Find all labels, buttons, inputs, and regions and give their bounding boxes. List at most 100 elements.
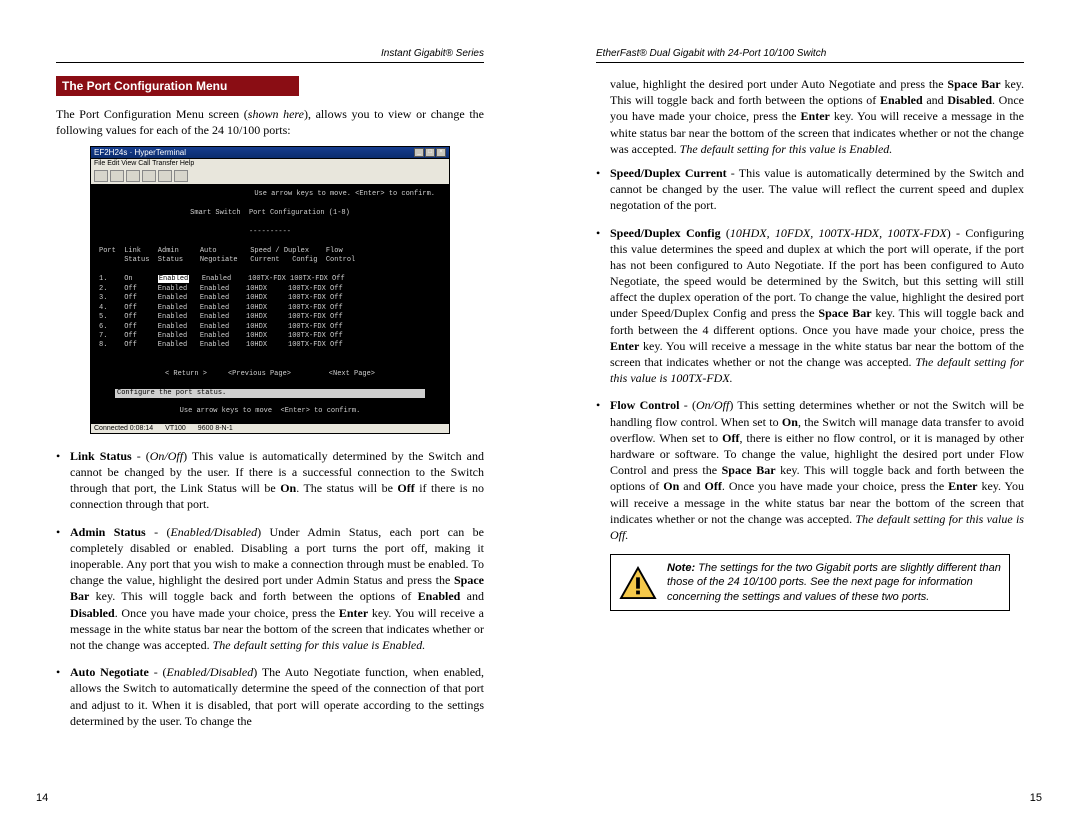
minimize-icon: _ <box>414 148 424 157</box>
bold-word: Enter <box>339 606 368 620</box>
header-rule-right <box>596 62 1024 63</box>
toolbar-btn <box>94 170 108 182</box>
bullet-opts: Enabled/Disabled <box>167 665 254 679</box>
bullet-opts: Enabled/Disabled <box>170 525 257 539</box>
bullet-opts: On/Off <box>696 398 729 412</box>
right-page: EtherFast® Dual Gigabit with 24-Port 10/… <box>540 0 1080 74</box>
terminal-hint-top: Use arrow keys to move. <Enter> to confi… <box>99 190 441 199</box>
toolbar-btn <box>110 170 124 182</box>
bullet-text: . Once you have made your choice, press … <box>722 479 948 493</box>
close-icon: × <box>436 148 446 157</box>
note-text: Note: The settings for the two Gigabit p… <box>667 561 1001 604</box>
terminal-toolbar <box>90 168 450 184</box>
note-label: Note: <box>667 562 695 574</box>
terminal-headers: Port Link Admin Auto Speed / Duplex Flow… <box>99 247 355 264</box>
bold-word: On <box>663 479 679 493</box>
terminal-title: EF2H24s · HyperTerminal <box>94 148 186 157</box>
bullet-label: Flow Control <box>610 398 679 412</box>
right-content: value, highlight the desired port under … <box>540 76 1080 611</box>
default-italic: The default setting for this value is En… <box>680 142 893 156</box>
toolbar-btn <box>158 170 172 182</box>
bold-word: Space Bar <box>818 306 871 320</box>
bullet-opts: 10HDX, 10FDX, 100TX-HDX, 100TX-FDX <box>730 226 947 240</box>
bullet-admin-status: Admin Status - (Enabled/Disabled) Under … <box>70 524 484 654</box>
bullet-flow-control: Flow Control - (On/Off) This setting det… <box>610 397 1024 543</box>
header-rule-left <box>56 62 484 63</box>
bullet-label: Auto Negotiate <box>70 665 149 679</box>
table-row: 1. On <box>99 275 158 283</box>
series-header-left: Instant Gigabit® Series <box>381 48 484 59</box>
table-row: 2. Off Enabled Enabled 10HDX 100TX-FDX O… <box>99 285 343 293</box>
text: and <box>923 93 948 107</box>
right-bullets: Speed/Duplex Current - This value is aut… <box>596 165 1024 543</box>
bullet-label: Speed/Duplex Config <box>610 226 721 240</box>
toolbar-btn <box>126 170 140 182</box>
intro-b: shown here <box>248 107 304 121</box>
bullet-text: . Once you have made your choice, press … <box>115 606 339 620</box>
bold-word: Enabled <box>880 93 923 107</box>
bullet-label: Speed/Duplex Current <box>610 166 727 180</box>
toolbar-btn <box>174 170 188 182</box>
bold-word: Off <box>397 481 414 495</box>
status-item: VT100 <box>165 425 186 432</box>
bullet-auto-negotiate: Auto Negotiate - (Enabled/Disabled) The … <box>70 664 484 729</box>
table-row: 8. Off Enabled Enabled 10HDX 100TX-FDX O… <box>99 341 343 349</box>
terminal-screenshot: EF2H24s · HyperTerminal _ □ × File Edit … <box>90 146 450 434</box>
note-body: The settings for the two Gigabit ports a… <box>667 562 1001 603</box>
bold-word: On <box>280 481 296 495</box>
note-box: Note: The settings for the two Gigabit p… <box>610 554 1010 611</box>
table-row: 3. Off Enabled Enabled 10HDX 100TX-FDX O… <box>99 294 343 302</box>
text: value, highlight the desired port under … <box>610 77 947 91</box>
bold-word: Off <box>705 479 722 493</box>
hl-cell: Enabled <box>158 275 189 283</box>
table-row: 6. Off Enabled Enabled 10HDX 100TX-FDX O… <box>99 323 343 331</box>
toolbar-btn <box>142 170 156 182</box>
bold-word: On <box>782 415 798 429</box>
bullet-text: and <box>679 479 704 493</box>
bold-word: Enabled <box>418 589 461 603</box>
bold-word: Off <box>722 431 739 445</box>
bold-word: Enter <box>801 109 830 123</box>
bullet-label: Admin Status <box>70 525 146 539</box>
intro-a: The Port Configuration Menu screen ( <box>56 107 248 121</box>
terminal-titlebar: EF2H24s · HyperTerminal _ □ × <box>90 146 450 159</box>
intro-paragraph: The Port Configuration Menu screen (show… <box>56 106 484 138</box>
bold-word: Disabled <box>947 93 992 107</box>
table-row: 5. Off Enabled Enabled 10HDX 100TX-FDX O… <box>99 313 343 321</box>
bold-word: Space Bar <box>722 463 776 477</box>
terminal-screen-title: Smart Switch Port Configuration (1-8) <box>99 209 441 218</box>
terminal-divider: ---------- <box>99 228 441 237</box>
default-italic: The default setting for this value is En… <box>213 638 426 652</box>
terminal-screen: Use arrow keys to move. <Enter> to confi… <box>90 184 450 423</box>
bullet-text: and <box>460 589 484 603</box>
table-row: Enabled 100TX-FDX 100TX-FDX Off <box>189 275 344 283</box>
status-item: 9600 8-N-1 <box>198 425 233 432</box>
continuation-paragraph: value, highlight the desired port under … <box>596 76 1024 157</box>
maximize-icon: □ <box>425 148 435 157</box>
bold-word: Space Bar <box>947 77 1000 91</box>
warning-icon <box>619 566 657 600</box>
bullet-label: Link Status <box>70 449 132 463</box>
bullet-speed-duplex-current: Speed/Duplex Current - This value is aut… <box>610 165 1024 214</box>
terminal-hint-bottom: Use arrow keys to move <Enter> to confir… <box>99 407 441 416</box>
page-number-right: 15 <box>1030 792 1042 804</box>
terminal-statusbar: Connected 0:08:14 VT100 9600 8-N-1 <box>90 423 450 434</box>
left-content: The Port Configuration Menu The Port Con… <box>0 76 540 740</box>
bold-word: Enter <box>610 339 639 353</box>
table-row: 7. Off Enabled Enabled 10HDX 100TX-FDX O… <box>99 332 343 340</box>
bold-word: Enter <box>948 479 977 493</box>
left-bullets: Link Status - (On/Off) This value is aut… <box>56 448 484 729</box>
series-header-right: EtherFast® Dual Gigabit with 24-Port 10/… <box>596 48 826 59</box>
section-header: The Port Configuration Menu <box>56 76 299 96</box>
bullet-link-status: Link Status - (On/Off) This value is aut… <box>70 448 484 513</box>
bold-word: Disabled <box>70 606 115 620</box>
terminal-nav: < Return > <Previous Page> <Next Page> <box>99 370 441 379</box>
bullet-text: . The status will be <box>296 481 397 495</box>
terminal-cfg-line: Configure the port status. <box>115 389 425 398</box>
left-page: Instant Gigabit® Series <box>0 0 540 74</box>
page-number-left: 14 <box>36 792 48 804</box>
window-buttons: _ □ × <box>414 148 446 157</box>
table-row: 4. Off Enabled Enabled 10HDX 100TX-FDX O… <box>99 304 343 312</box>
terminal-menubar: File Edit View Call Transfer Help <box>90 159 450 168</box>
bullet-opts: On/Off <box>150 449 183 463</box>
